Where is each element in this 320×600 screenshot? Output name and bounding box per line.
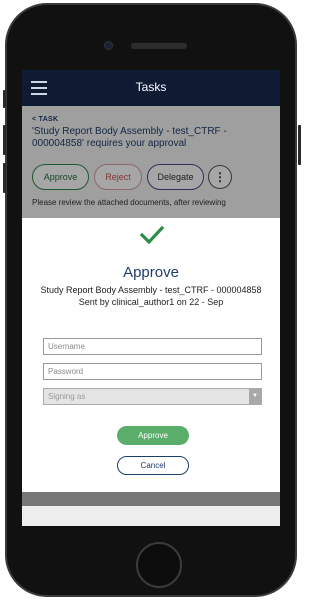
- cancel-button[interactable]: Cancel: [117, 456, 189, 475]
- approve-button[interactable]: Approve: [117, 426, 189, 445]
- phone-side-button: [3, 90, 6, 108]
- app-bar: Tasks: [22, 70, 280, 106]
- checkmark-icon: [140, 226, 164, 244]
- signing-as-label: Signing as: [48, 392, 86, 401]
- password-field[interactable]: [43, 363, 262, 380]
- home-button[interactable]: [136, 542, 182, 588]
- dialog-subtitle: Study Report Body Assembly - test_CTRF -…: [40, 285, 262, 295]
- phone-volume-down-button: [3, 163, 6, 193]
- earpiece-speaker: [131, 43, 187, 49]
- username-field[interactable]: [43, 338, 262, 355]
- caret-down-icon: ▼: [249, 389, 261, 404]
- dialog-title: Approve: [123, 264, 179, 281]
- app-title: Tasks: [135, 80, 167, 94]
- bottom-divider: [22, 492, 280, 506]
- signing-as-select[interactable]: Signing as ▼: [43, 388, 262, 405]
- front-camera: [104, 41, 113, 50]
- sent-by-text: Sent by clinical_author1 on 22 - Sep: [78, 297, 224, 307]
- approve-dialog: Approve Study Report Body Assembly - tes…: [22, 218, 280, 492]
- phone-volume-up-button: [3, 125, 6, 155]
- bottom-nav-bar: [22, 506, 280, 526]
- phone-power-button: [298, 125, 301, 165]
- app-screen: Tasks < TASK 'Study Report Body Assembly…: [22, 70, 280, 526]
